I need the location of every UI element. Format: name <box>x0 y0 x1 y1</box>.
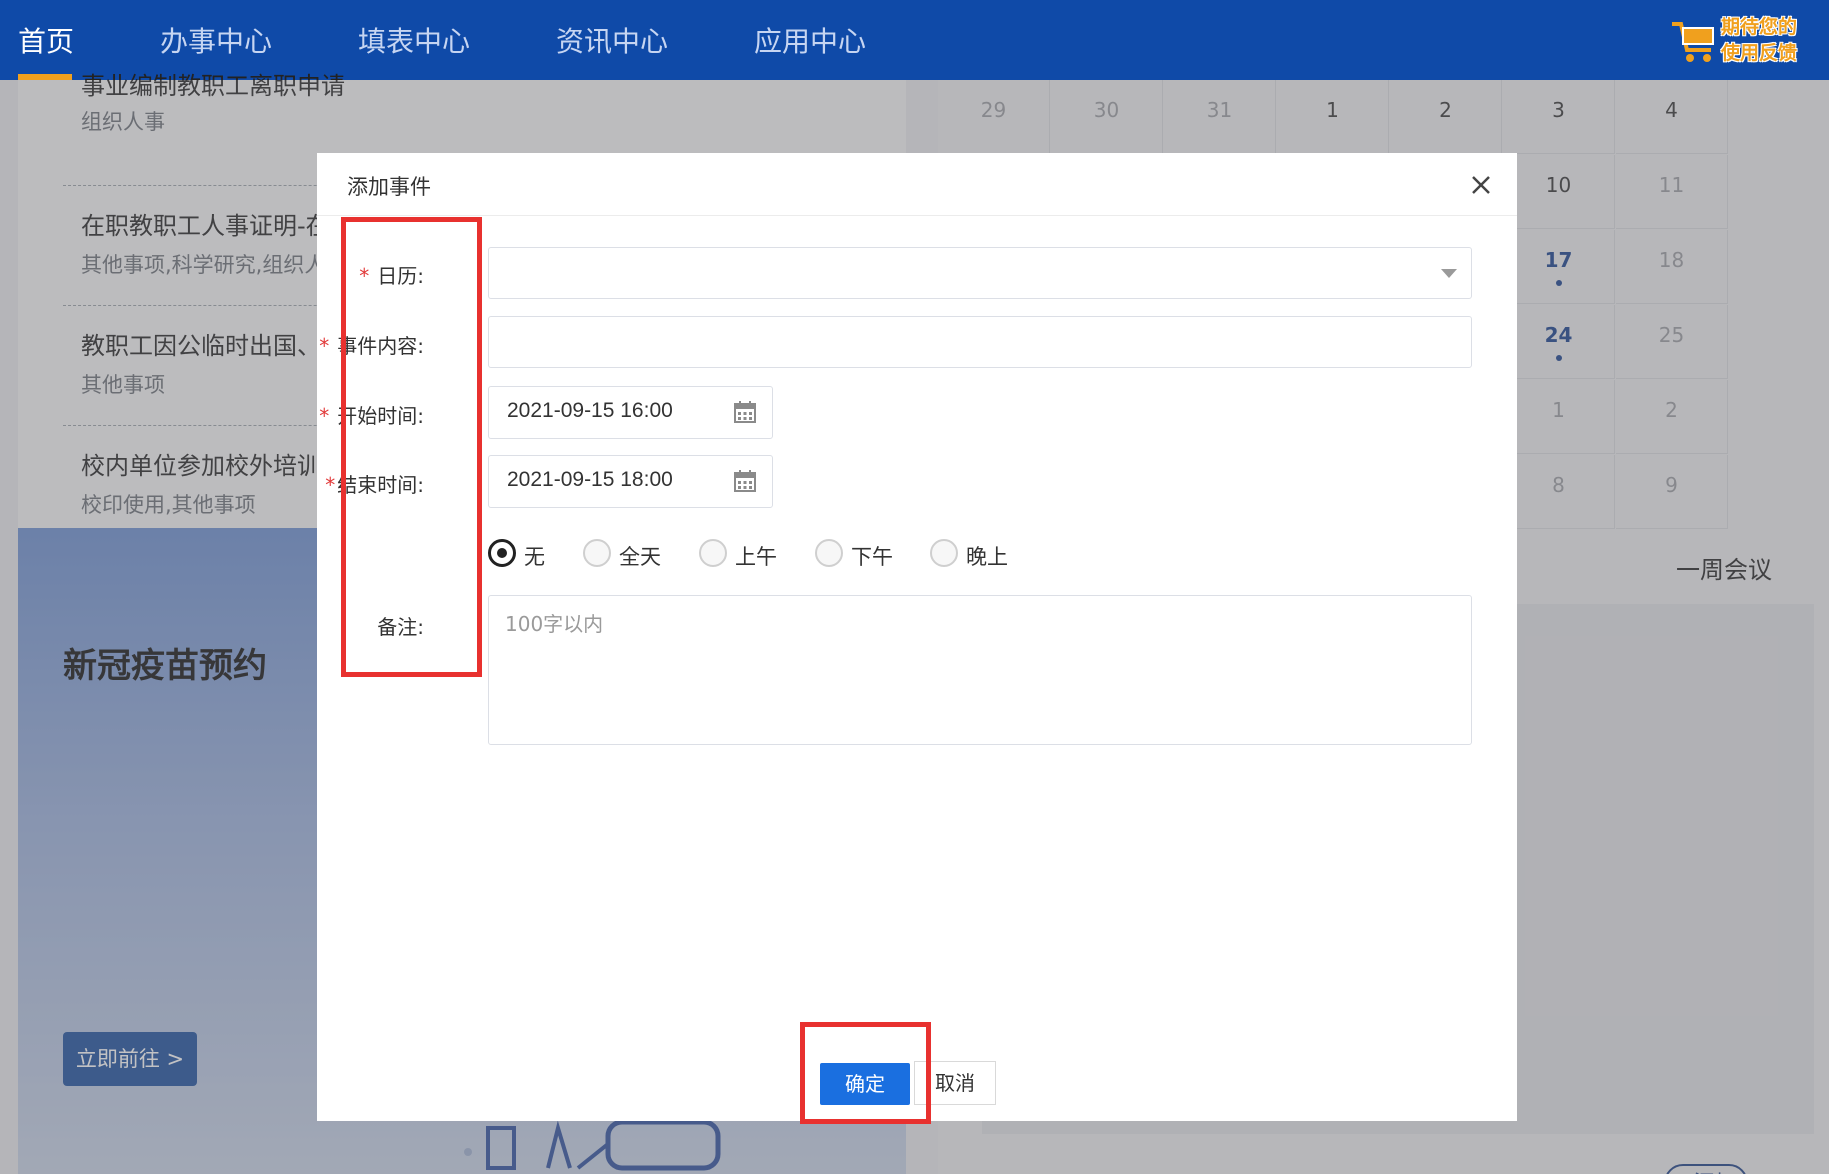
start-time-picker[interactable]: 2021-09-15 16:00 <box>488 386 773 439</box>
radio-indicator[interactable] <box>930 539 958 567</box>
chevron-down-icon <box>1441 269 1457 278</box>
radio-indicator[interactable] <box>583 539 611 567</box>
highlight-box-labels <box>341 217 482 677</box>
close-icon[interactable] <box>1465 169 1497 201</box>
radio-indicator[interactable] <box>815 539 843 567</box>
required-mark: * <box>325 473 336 497</box>
radio-label: 全天 <box>619 545 661 569</box>
dialog-title: 添加事件 <box>347 175 431 199</box>
feedback-button[interactable]: 期待您的 使用反馈 <box>1669 10 1819 70</box>
remark-placeholder: 100字以内 <box>505 612 604 636</box>
required-mark: * <box>319 334 330 358</box>
radio-label: 下午 <box>851 545 893 569</box>
end-time-picker[interactable]: 2021-09-15 18:00 <box>488 455 773 508</box>
add-event-dialog: 添加事件 * 日历: * 事件内容: * 开始时间: 2021-09-15 16:00… <box>317 153 1517 1121</box>
radio-indicator[interactable] <box>699 539 727 567</box>
shopping-cart-icon <box>1672 22 1714 62</box>
dialog-header: 添加事件 <box>317 153 1517 216</box>
radio-label: 上午 <box>735 545 777 569</box>
required-mark: * <box>319 404 330 428</box>
calendar-icon <box>734 401 756 423</box>
calendar-icon <box>734 470 756 492</box>
feedback-text: 期待您的 使用反馈 <box>1721 16 1798 64</box>
remark-textarea[interactable]: 100字以内 <box>488 595 1472 745</box>
radio-label: 无 <box>524 545 545 569</box>
end-time-value: 2021-09-15 18:00 <box>507 468 673 491</box>
start-time-value: 2021-09-15 16:00 <box>507 399 673 422</box>
calendar-select[interactable] <box>488 247 1472 299</box>
radio-indicator[interactable] <box>488 539 516 567</box>
event-content-input[interactable] <box>488 316 1472 368</box>
radio-label: 晚上 <box>966 545 1008 569</box>
highlight-box-confirm <box>800 1022 931 1124</box>
